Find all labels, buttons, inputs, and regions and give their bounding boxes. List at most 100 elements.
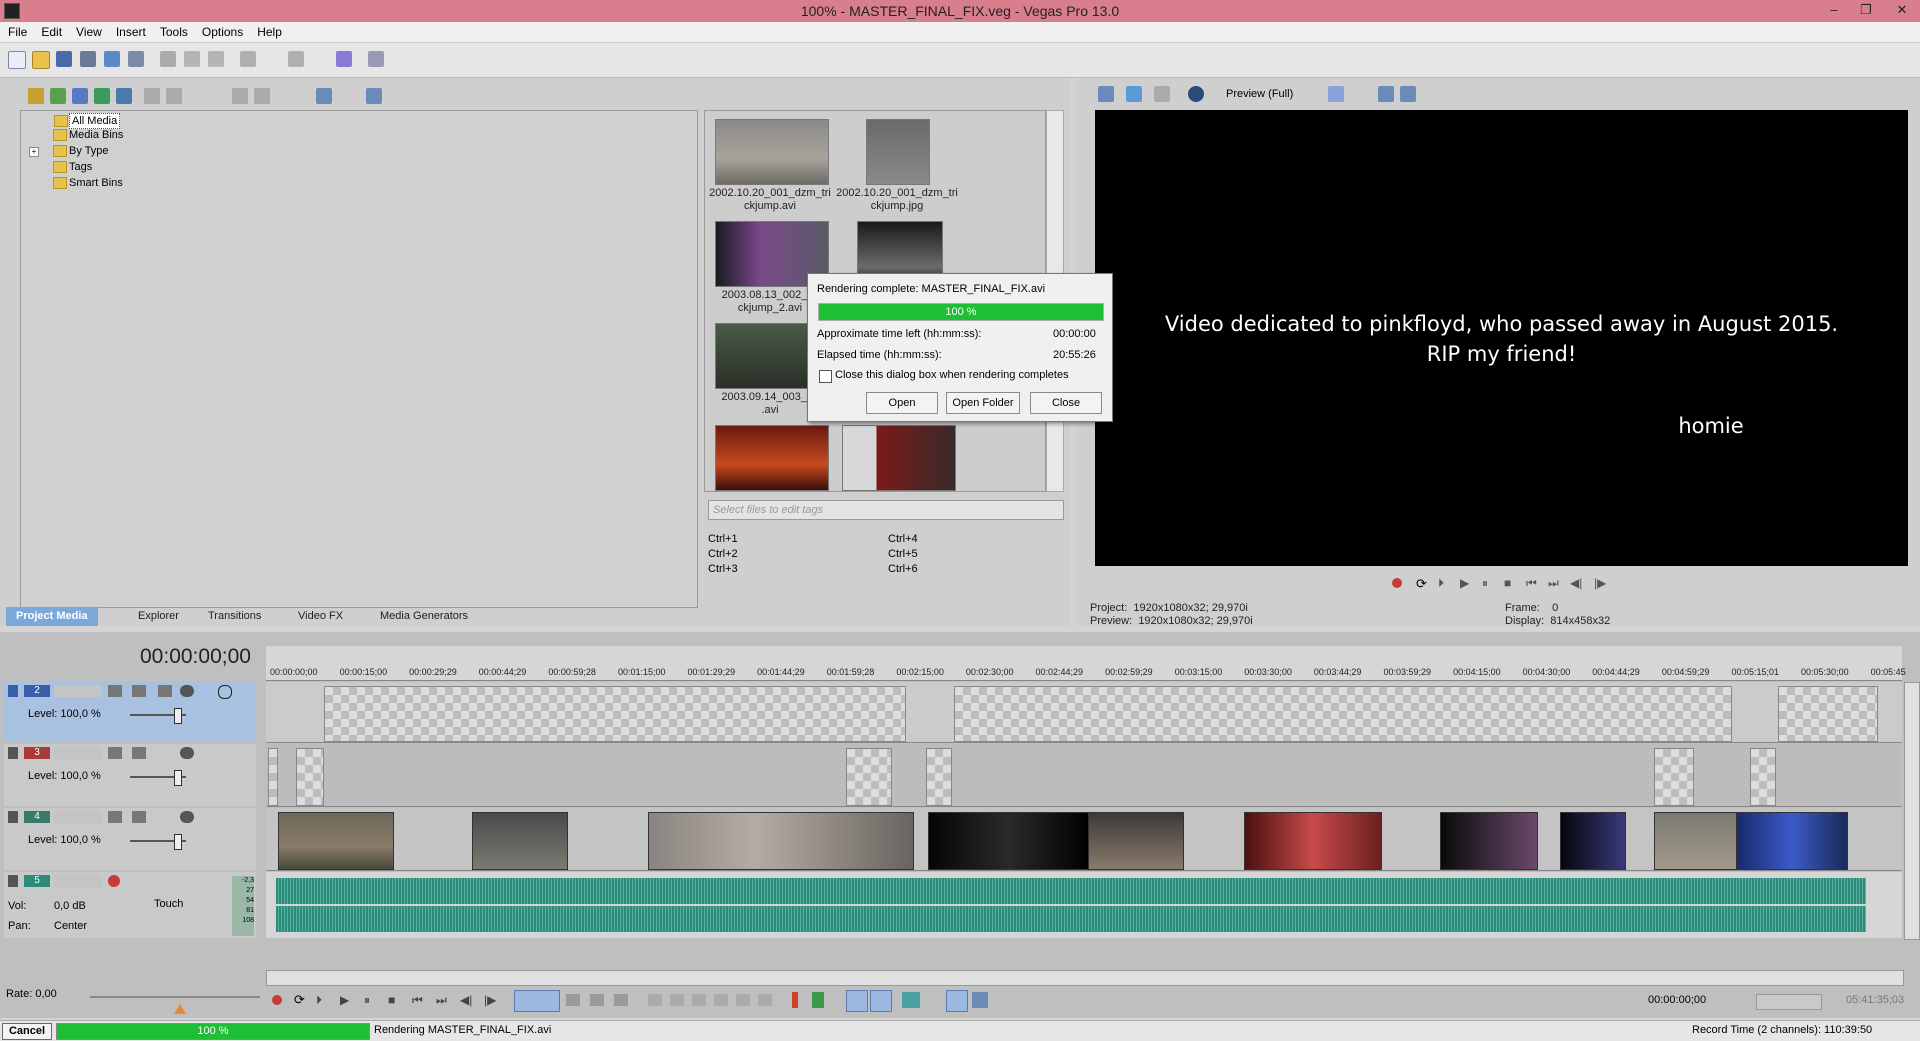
save-icon[interactable] bbox=[56, 51, 72, 67]
copy-snapshot-icon[interactable] bbox=[1378, 86, 1394, 102]
external-monitor-icon[interactable] bbox=[1126, 86, 1142, 102]
prev-frame-icon[interactable]: ◀| bbox=[460, 993, 472, 1007]
track-header-audio-5[interactable]: 5 Vol: 0,0 dB Touch Pan: Center -2,3 27 54… bbox=[4, 872, 256, 938]
go-to-start-icon[interactable]: ⏮ bbox=[1526, 576, 1537, 591]
composite-mode-icon[interactable] bbox=[158, 685, 172, 697]
open-folder-button[interactable]: Open Folder bbox=[946, 392, 1020, 414]
import-media-icon[interactable] bbox=[28, 88, 44, 104]
auto-crossfade-icon[interactable] bbox=[870, 990, 892, 1012]
media-thumb[interactable] bbox=[715, 119, 829, 185]
zoom-tool-icon[interactable] bbox=[614, 994, 628, 1006]
go-to-end-icon[interactable]: ⏭ bbox=[1548, 576, 1559, 591]
video-clip[interactable] bbox=[296, 748, 324, 806]
lock-icon[interactable] bbox=[758, 994, 772, 1006]
video-clip[interactable] bbox=[926, 748, 952, 806]
normal-edit-tool-icon[interactable] bbox=[514, 990, 560, 1012]
cancel-render-button[interactable]: Cancel bbox=[2, 1023, 52, 1040]
track-header-video-3[interactable]: 3 Level: 100,0 % bbox=[4, 744, 256, 806]
video-clip[interactable] bbox=[648, 812, 914, 870]
undo-icon[interactable] bbox=[240, 51, 256, 67]
track-collapse-icon[interactable] bbox=[8, 811, 18, 823]
video-clip[interactable] bbox=[1778, 686, 1878, 742]
ignore-grouping-icon[interactable] bbox=[972, 992, 988, 1008]
video-clip[interactable] bbox=[324, 686, 906, 742]
tab-project-media[interactable]: Project Media bbox=[6, 607, 98, 626]
track-name-field[interactable] bbox=[54, 685, 102, 697]
mute-icon[interactable] bbox=[180, 747, 194, 759]
video-clip[interactable] bbox=[1654, 812, 1738, 870]
media-search-icon[interactable] bbox=[116, 88, 132, 104]
timeline-v-scrollbar[interactable] bbox=[1904, 682, 1920, 940]
media-thumb[interactable] bbox=[866, 119, 930, 185]
motion-icon[interactable] bbox=[108, 685, 122, 697]
capture-video-icon[interactable] bbox=[50, 88, 66, 104]
refresh-icon[interactable] bbox=[94, 88, 110, 104]
close-button[interactable]: Close bbox=[1030, 392, 1102, 414]
level-slider-thumb[interactable] bbox=[174, 770, 182, 786]
track-collapse-icon[interactable] bbox=[8, 747, 18, 759]
insert-marker-icon[interactable] bbox=[792, 992, 798, 1008]
snapping-icon[interactable] bbox=[846, 990, 868, 1012]
tree-by-type[interactable]: By Type bbox=[53, 144, 109, 158]
menu-file[interactable]: File bbox=[0, 22, 33, 40]
cursor-position[interactable]: 00:00:00;00 bbox=[1648, 994, 1706, 1006]
media-thumb[interactable] bbox=[842, 425, 956, 491]
video-clip[interactable] bbox=[1654, 748, 1694, 806]
video-clip[interactable] bbox=[1244, 812, 1382, 870]
go-to-end-icon[interactable]: ⏭ bbox=[436, 993, 447, 1008]
video-clip[interactable] bbox=[954, 686, 1732, 742]
record-icon[interactable] bbox=[272, 995, 282, 1005]
audio-waveform-left[interactable] bbox=[276, 878, 1866, 904]
trim-end-icon[interactable] bbox=[714, 994, 728, 1006]
views-icon[interactable] bbox=[316, 88, 332, 104]
mute-icon[interactable] bbox=[180, 685, 194, 697]
next-frame-icon[interactable]: |▶ bbox=[1594, 576, 1606, 590]
tab-explorer[interactable]: Explorer bbox=[128, 607, 189, 626]
new-project-icon[interactable] bbox=[8, 51, 26, 69]
track-collapse-icon[interactable] bbox=[8, 875, 18, 887]
remove-media-icon[interactable] bbox=[144, 88, 160, 104]
copy-icon[interactable] bbox=[184, 51, 200, 67]
video-clip[interactable] bbox=[846, 748, 892, 806]
track-header-video-4[interactable]: 4 Level: 100,0 % bbox=[4, 808, 256, 870]
play-icon[interactable]: ▶ bbox=[1460, 576, 1469, 590]
solo-icon[interactable] bbox=[218, 685, 232, 699]
redo-icon[interactable] bbox=[288, 51, 304, 67]
tab-media-generators[interactable]: Media Generators bbox=[370, 607, 478, 626]
pause-icon[interactable]: ⏸ bbox=[364, 993, 370, 1008]
track-fx-icon[interactable] bbox=[132, 685, 146, 697]
close-window-button[interactable]: ✕ bbox=[1888, 0, 1916, 20]
menu-tools[interactable]: Tools bbox=[152, 22, 194, 40]
rate-slider[interactable] bbox=[90, 996, 260, 998]
shortcut-label[interactable]: Ctrl+6 bbox=[888, 562, 918, 577]
level-slider-thumb[interactable] bbox=[174, 834, 182, 850]
split-icon[interactable] bbox=[736, 994, 750, 1006]
project-props-icon[interactable] bbox=[1098, 86, 1114, 102]
track-header-video-2[interactable]: 2 Level: 100,0 % bbox=[4, 682, 256, 742]
expand-toggle-icon[interactable]: + bbox=[29, 147, 39, 157]
overlays-icon[interactable] bbox=[1328, 86, 1344, 102]
shortcut-label[interactable]: Ctrl+2 bbox=[708, 547, 738, 562]
stop-media-icon[interactable] bbox=[254, 88, 270, 104]
delete-icon[interactable] bbox=[648, 994, 662, 1006]
level-slider-thumb[interactable] bbox=[174, 708, 182, 724]
video-clip[interactable] bbox=[472, 812, 568, 870]
rate-thumb-icon[interactable] bbox=[174, 1004, 186, 1014]
menu-help[interactable]: Help bbox=[249, 22, 288, 40]
selection-length-field[interactable] bbox=[1756, 994, 1822, 1010]
tree-tags[interactable]: Tags bbox=[53, 160, 92, 174]
magnifier-icon[interactable] bbox=[366, 88, 382, 104]
render-as-icon[interactable] bbox=[104, 51, 120, 67]
video-clip[interactable] bbox=[1560, 812, 1626, 870]
save-as-icon[interactable] bbox=[80, 51, 96, 67]
envelope-tool-icon[interactable] bbox=[566, 994, 580, 1006]
loop-icon[interactable]: ⟳ bbox=[1416, 576, 1427, 592]
pause-icon[interactable]: ⏸ bbox=[1482, 576, 1488, 591]
loop-icon[interactable]: ⟳ bbox=[294, 992, 305, 1008]
close-on-complete-checkbox[interactable] bbox=[819, 370, 832, 383]
open-button[interactable]: Open bbox=[866, 392, 938, 414]
media-fx-icon[interactable] bbox=[166, 88, 182, 104]
stop-icon[interactable]: ■ bbox=[388, 993, 395, 1007]
stop-icon[interactable]: ■ bbox=[1504, 576, 1511, 590]
selection-tool-icon[interactable] bbox=[590, 994, 604, 1006]
